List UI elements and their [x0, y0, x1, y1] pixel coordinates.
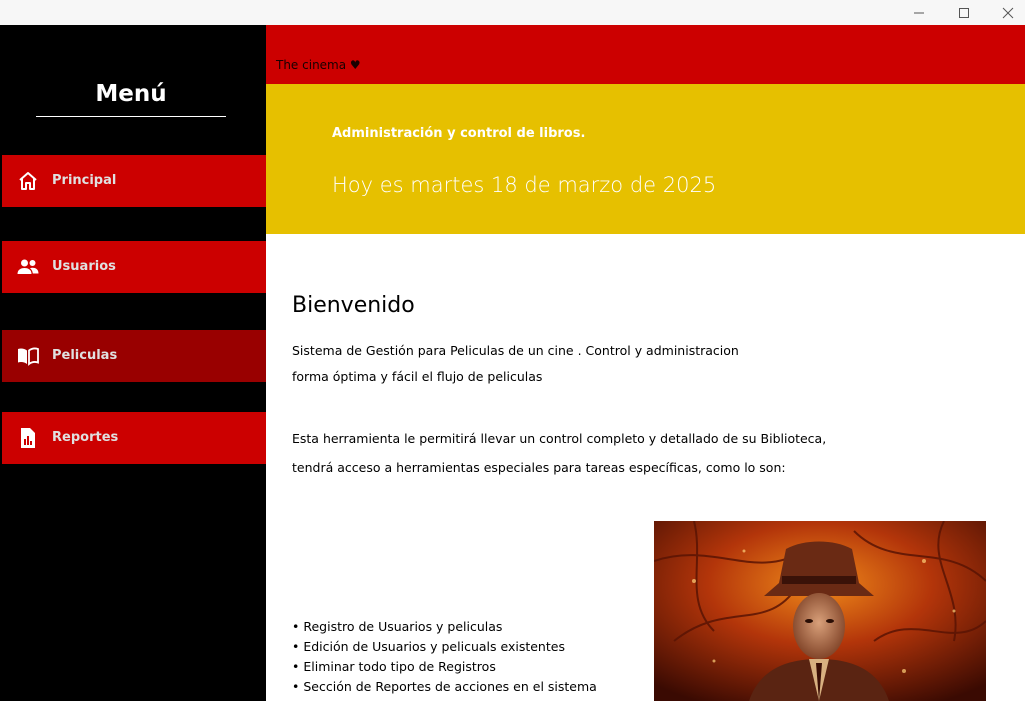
- window-titlebar: [0, 0, 1025, 25]
- current-date: Hoy es martes 18 de marzo de 2025: [332, 173, 717, 197]
- report-icon: [21, 428, 35, 448]
- feature-bullet: • Registro de Usuarios y peliculas: [292, 619, 503, 634]
- top-bar: The cinema ♥: [266, 25, 1025, 84]
- movie-poster-image: [654, 521, 986, 701]
- welcome-heading: Bienvenido: [292, 293, 415, 318]
- tools-text-line2: tendrá acceso a herramientas especiales …: [292, 460, 786, 475]
- home-icon: [19, 172, 37, 190]
- tools-text-line1: Esta herramienta le permitirá llevar un …: [292, 431, 827, 446]
- menu-title: Menú: [95, 81, 167, 107]
- banner-subtitle: Administración y control de libros.: [332, 126, 586, 141]
- sidebar-item-usuarios[interactable]: Usuarios: [2, 241, 266, 293]
- users-icon: [17, 259, 39, 274]
- minimize-button[interactable]: [897, 0, 941, 25]
- sidebar-item-label: Principal: [52, 173, 117, 188]
- sidebar-item-label: Peliculas: [52, 348, 118, 363]
- sidebar-item-reportes[interactable]: Reportes: [2, 412, 266, 464]
- intro-text-line1: Sistema de Gestión para Peliculas de un …: [292, 343, 739, 358]
- sidebar: Menú Principal Usuarios Peliculas Report…: [0, 25, 266, 701]
- book-open-icon: [18, 347, 39, 366]
- maximize-icon: [959, 7, 969, 18]
- maximize-button[interactable]: [942, 0, 986, 25]
- feature-bullet: • Sección de Reportes de acciones en el …: [292, 679, 597, 694]
- close-icon: [1002, 7, 1014, 18]
- sidebar-item-label: Usuarios: [52, 259, 116, 274]
- close-button[interactable]: [986, 0, 1025, 25]
- header-banner: Administración y control de libros. Hoy …: [266, 84, 1025, 234]
- menu-divider: [36, 116, 226, 117]
- sidebar-item-label: Reportes: [52, 430, 119, 445]
- brand-label: The cinema ♥: [276, 58, 361, 72]
- sidebar-item-peliculas[interactable]: Peliculas: [2, 330, 266, 382]
- intro-text-line2: forma óptima y fácil el flujo de pelicul…: [292, 369, 543, 384]
- feature-bullet: • Eliminar todo tipo de Registros: [292, 659, 496, 674]
- feature-bullet: • Edición de Usuarios y pelicuals existe…: [292, 639, 565, 654]
- minimize-icon: [914, 12, 924, 13]
- sidebar-item-principal[interactable]: Principal: [2, 155, 266, 207]
